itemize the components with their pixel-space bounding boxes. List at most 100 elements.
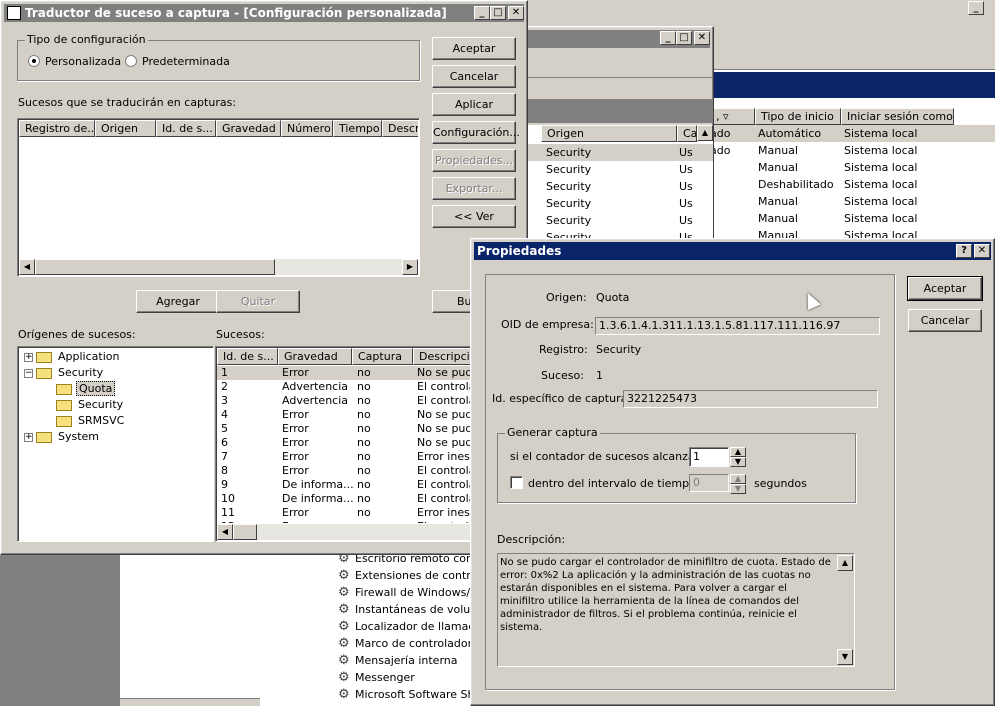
col-header[interactable]: Id. de s... (217, 348, 278, 365)
properties-cancel-button[interactable]: Cancelar (908, 309, 982, 332)
cancel-button[interactable]: Cancelar (432, 65, 516, 88)
table-row[interactable]: 3 Advertencia no El controlad (217, 394, 475, 408)
tree-item-system[interactable]: System (58, 430, 99, 443)
mid-minimize-button[interactable]: _ (660, 31, 676, 45)
col-header[interactable]: Tiempo (333, 120, 382, 137)
events-list[interactable]: Id. de s... Gravedad Captura Descripción 1 E… (215, 346, 477, 542)
col-header[interactable]: Gravedad (216, 120, 281, 137)
table-row[interactable]: Deshabilitado Sistema local (710, 176, 995, 193)
table-row[interactable]: Manual Sistema local (710, 193, 995, 210)
list-item[interactable]: ⚙ Marco de controlador er (338, 635, 478, 652)
description-box[interactable]: No se pudo cargar el controlador de mini… (497, 553, 855, 667)
count-input[interactable]: 1 (689, 447, 729, 467)
col-header[interactable]: Id. de s... (156, 120, 216, 137)
list-item[interactable]: ⚙ Mensajería interna (338, 652, 478, 669)
table-row[interactable]: 8 Error no El controlad (217, 464, 475, 478)
tree-item-quota[interactable]: Quota (76, 381, 116, 396)
list-item[interactable]: ⚙ Microsoft Software Shac (338, 686, 478, 703)
col-header-category[interactable]: Ca (677, 125, 697, 142)
radio-default[interactable] (125, 55, 137, 67)
table-row[interactable]: 7 Error no Error inespe (217, 450, 475, 464)
export-button[interactable]: Exportar... (432, 177, 516, 200)
table-row[interactable]: 11ErrornoError inespe (217, 506, 475, 520)
expand-application[interactable]: + (24, 353, 33, 362)
table-row[interactable]: Security Us (521, 195, 713, 212)
tree-item-security[interactable]: Security (58, 366, 103, 379)
main-close-button[interactable]: ✕ (508, 6, 524, 20)
list-item[interactable]: ⚙ Instantáneas de volume (338, 601, 478, 618)
mid-maximize-button[interactable]: □ (676, 31, 692, 45)
desc-scroll-up[interactable]: ▲ (837, 555, 853, 571)
configuration-button[interactable]: Configuración... (432, 121, 520, 144)
tree-item-application[interactable]: Application (58, 350, 119, 363)
sources-tree[interactable]: + Application − Security Quota Security … (17, 346, 214, 542)
service-status: ado (710, 144, 731, 157)
count-spin-up[interactable]: ▲ (730, 447, 746, 457)
scroll-right-button[interactable]: ▶ (402, 259, 418, 275)
table-row[interactable]: Security Us (521, 178, 713, 195)
properties-button[interactable]: Propiedades... (432, 149, 516, 172)
events-scroll-left[interactable]: ◀ (217, 524, 233, 540)
col-header-status[interactable]: ‚ ▿ (710, 108, 755, 125)
mid-scroll-up[interactable]: ▲ (697, 125, 713, 141)
scroll-thumb[interactable] (35, 259, 275, 275)
events-scroll-thumb[interactable] (233, 524, 257, 540)
translated-events-list[interactable]: Registro de... Origen Id. de s... Gravedad N… (17, 118, 420, 277)
table-row[interactable]: 1 Error no No se pudo (217, 366, 475, 380)
interval-input[interactable]: 0 (689, 474, 729, 492)
interval-spin-down[interactable]: ▼ (730, 484, 746, 494)
expand-system[interactable]: + (24, 433, 33, 442)
properties-accept-button[interactable]: Aceptar (907, 276, 983, 301)
close-button[interactable]: ✕ (974, 244, 990, 258)
table-row[interactable]: Security Us (521, 212, 713, 229)
col-header-start-type[interactable]: Tipo de inicio (755, 108, 841, 125)
table-row[interactable]: 6 Error no No se pudo (217, 436, 475, 450)
table-row[interactable]: Manual Sistema local (710, 159, 995, 176)
interval-checkbox[interactable] (510, 476, 523, 489)
col-header[interactable]: Registro de... (19, 120, 95, 137)
list-item[interactable]: ⚙ Messenger (338, 669, 478, 686)
col-header[interactable]: Descripción (413, 348, 476, 365)
desc-scroll-down[interactable]: ▼ (837, 649, 853, 665)
accept-button[interactable]: Aceptar (432, 37, 516, 60)
col-header[interactable]: Captura (352, 348, 413, 365)
scroll-left-button[interactable]: ◀ (19, 259, 35, 275)
tree-item-security-child[interactable]: Security (78, 398, 123, 411)
table-row[interactable]: ado Manual Sistema local (710, 142, 995, 159)
col-header[interactable]: Número (281, 120, 333, 137)
translated-hscroll[interactable]: ◀ ▶ (19, 259, 418, 275)
radio-custom[interactable] (28, 55, 40, 67)
interval-spin-up[interactable]: ▲ (730, 474, 746, 484)
main-maximize-button[interactable]: □ (490, 6, 506, 20)
table-row[interactable]: ado Automático Sistema local (710, 125, 995, 142)
col-header[interactable]: Descripc (382, 120, 418, 137)
events-hscroll[interactable]: ◀ (217, 524, 475, 540)
list-item[interactable]: ⚙ Firewall de Windows/Co (338, 584, 478, 601)
help-button[interactable]: ? (956, 244, 972, 258)
mid-close-button[interactable]: ✕ (694, 31, 710, 45)
add-button[interactable]: Agregar (136, 290, 220, 313)
col-header-logon[interactable]: Iniciar sesión como (841, 108, 954, 125)
col-header[interactable]: Origen (95, 120, 156, 137)
console-minimize-button[interactable]: _ (968, 1, 984, 15)
table-row[interactable]: 4 Error no No se pudo (217, 408, 475, 422)
table-row[interactable]: Security Us (521, 161, 713, 178)
apply-button[interactable]: Aplicar (432, 93, 516, 116)
list-item[interactable]: ⚙ Localizador de llamadas (338, 618, 478, 635)
list-item[interactable]: ⚙ Extensiones de controla (338, 567, 478, 584)
count-spin-down[interactable]: ▼ (730, 457, 746, 467)
remove-button[interactable]: Quitar (216, 290, 300, 313)
main-minimize-button[interactable]: _ (474, 6, 490, 20)
view-toggle-button[interactable]: << Ver (432, 205, 516, 228)
tree-item-srmsvc[interactable]: SRMSVC (78, 414, 124, 427)
table-row[interactable]: 9 De informa...no El controlad (217, 478, 475, 492)
table-row[interactable]: Manual Sistema local (710, 210, 995, 227)
table-row[interactable]: 10 De informa...no El controlad (217, 492, 475, 506)
collapse-security[interactable]: − (24, 369, 33, 378)
table-row[interactable]: 5 Error no No se pudo (217, 422, 475, 436)
table-row[interactable]: 2 Advertencia no El controlad (217, 380, 475, 394)
col-header[interactable]: Gravedad (278, 348, 352, 365)
col-header-origin[interactable]: Origen (541, 125, 677, 142)
table-row[interactable]: 12 Errorno El controlad (217, 520, 475, 523)
table-row[interactable]: Security Us (521, 144, 713, 161)
